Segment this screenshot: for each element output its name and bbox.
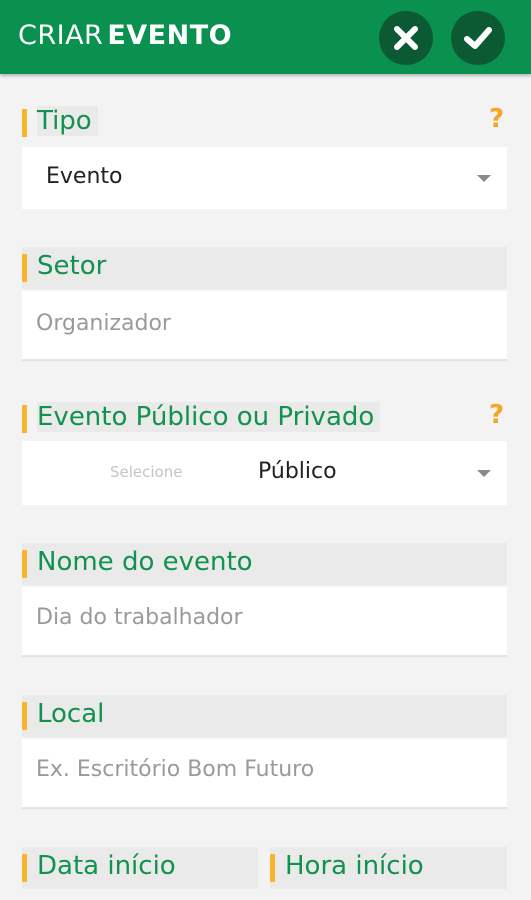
hora-inicio-label: Hora início [285, 851, 424, 881]
accent-bar [22, 550, 27, 578]
accent-bar [22, 109, 27, 137]
publico-select[interactable]: Selecione Público [22, 441, 507, 505]
tipo-select[interactable]: Evento [22, 147, 507, 209]
app-header: CRIAR EVENTO [0, 0, 531, 74]
check-icon [464, 27, 492, 49]
accent-bar [22, 702, 27, 730]
hora-inicio-label-row: Hora início [270, 847, 507, 889]
publico-label: Evento Público ou Privado [37, 402, 381, 432]
accent-bar [270, 854, 275, 882]
publico-select-hint: Selecione [110, 463, 183, 481]
close-icon [394, 26, 418, 50]
setor-label-row: Setor [22, 247, 507, 289]
accent-bar [22, 405, 27, 433]
nome-input[interactable]: Dia do trabalhador [22, 587, 507, 657]
nome-label-row: Nome do evento [22, 543, 507, 585]
accent-bar [22, 254, 27, 282]
tipo-label: Tipo [37, 106, 98, 136]
data-inicio-label: Data início [37, 851, 176, 881]
chevron-down-icon [477, 470, 491, 477]
tipo-label-row: Tipo [22, 102, 442, 144]
page-title: CRIAR EVENTO [18, 20, 232, 51]
confirm-button[interactable] [451, 11, 505, 65]
accent-bar [22, 854, 27, 882]
local-label: Local [37, 699, 105, 729]
cancel-button[interactable] [379, 11, 433, 65]
tipo-selected-value: Evento [46, 164, 123, 189]
publico-help-icon[interactable]: ? [489, 400, 504, 430]
data-inicio-label-row: Data início [22, 847, 258, 889]
publico-selected-value: Público [258, 459, 337, 484]
setor-placeholder: Organizador [36, 311, 171, 336]
setor-input[interactable]: Organizador [22, 291, 507, 361]
local-placeholder: Ex. Escritório Bom Futuro [36, 757, 315, 782]
publico-label-row: Evento Público ou Privado [22, 398, 442, 440]
nome-placeholder: Dia do trabalhador [36, 605, 243, 630]
title-part-2: EVENTO [107, 20, 233, 51]
setor-label: Setor [37, 251, 107, 281]
tipo-help-icon[interactable]: ? [489, 104, 504, 134]
local-input[interactable]: Ex. Escritório Bom Futuro [22, 739, 507, 809]
title-part-1: CRIAR [18, 20, 104, 51]
local-label-row: Local [22, 695, 507, 737]
nome-label: Nome do evento [37, 547, 253, 577]
chevron-down-icon [477, 175, 491, 182]
